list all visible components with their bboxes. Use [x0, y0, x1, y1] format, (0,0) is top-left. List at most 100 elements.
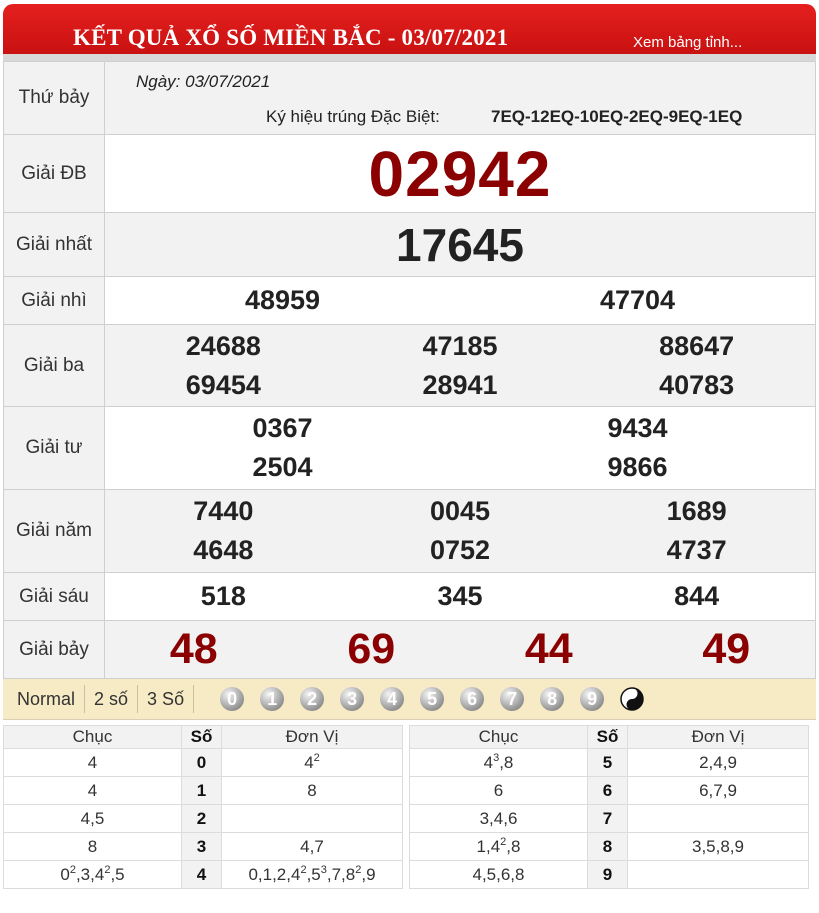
loto-chuc-cell: 1,42,8 — [409, 832, 588, 861]
prize-number: 9434 — [607, 413, 668, 443]
results-table: Thứ bảy Ngày: 03/07/2021 Ký hiệu trúng Đ… — [3, 61, 816, 679]
prize-label: Giải tư — [3, 406, 105, 490]
loto-so-cell: 3 — [181, 832, 222, 861]
loto-donvi-cell — [627, 860, 809, 889]
prize-label: Giải nhì — [3, 276, 105, 325]
prize-number: 40783 — [659, 369, 735, 400]
donvi-header: Đơn Vị — [627, 725, 809, 749]
special-prize-number: 02942 — [368, 137, 552, 210]
prize-number: 48 — [169, 625, 218, 673]
chuc-header: Chục — [409, 725, 588, 749]
prize-label: Giải sáu — [3, 572, 105, 621]
loto-table-right: Chục Số Đơn Vị 43,8 5 2,4,9 6 6 6,7,9 3,4,6 7 1,… — [409, 725, 809, 889]
prize-row-db: Giải ĐB 02942 — [3, 134, 816, 213]
prize-row-nhi: Giải nhì 48959 47704 — [3, 276, 816, 325]
prize-number: 9866 — [607, 452, 668, 482]
prize-number: 0752 — [429, 535, 491, 565]
loto-row: 43,8 5 2,4,9 — [409, 748, 809, 777]
prize-row-sau: Giải sáu 518 345 844 — [3, 572, 816, 621]
loto-so-cell: 9 — [587, 860, 628, 889]
donvi-header: Đơn Vị — [221, 725, 403, 749]
digit-3-button[interactable]: 3 — [340, 687, 365, 711]
digit-6-button[interactable]: 6 — [460, 687, 485, 711]
digit-7-button[interactable]: 7 — [500, 687, 525, 711]
loto-donvi-cell: 8 — [221, 776, 403, 805]
loto-row: 8 3 4,7 — [3, 832, 403, 861]
loto-donvi-cell — [627, 804, 809, 833]
prize-number: 47704 — [599, 285, 676, 315]
loto-chuc-cell: 4,5,6,8 — [409, 860, 588, 889]
loto-donvi-cell: 42 — [221, 748, 403, 777]
loto-chuc-cell: 4 — [3, 776, 182, 805]
prize-label: Giải năm — [3, 489, 105, 573]
results-widget: KẾT QUẢ XỔ SỐ MIỀN BẮC - 03/07/2021 Xem … — [3, 4, 816, 889]
prize-row-nam: Giải năm 7440 0045 1689 4648 0752 4737 — [3, 489, 816, 573]
page-title: KẾT QUẢ XỔ SỐ MIỀN BẮC - 03/07/2021 — [73, 25, 509, 50]
special-symbol-label: Ký hiệu trúng Đặc Biệt: — [266, 107, 440, 126]
digit-2-button[interactable]: 2 — [300, 687, 325, 711]
header-divider — [3, 54, 816, 61]
info-row: Thứ bảy Ngày: 03/07/2021 Ký hiệu trúng Đ… — [3, 61, 816, 135]
prize-number: 518 — [200, 581, 246, 611]
so-header: Số — [181, 725, 222, 749]
loto-header-row: Chục Số Đơn Vị — [3, 725, 403, 749]
loto-row: 4,5,6,8 9 — [409, 860, 809, 889]
loto-row: 418 — [3, 776, 403, 805]
loto-chuc-cell: 6 — [409, 776, 588, 805]
view-province-table-link[interactable]: Xem bảng tỉnh... — [633, 34, 742, 51]
loto-table-left: Chục Số Đơn Vị 4 0 42 4 1 8 4,5 2 8 3 4,7 02,3,42,5… — [3, 725, 403, 889]
prize-number: 49 — [702, 625, 751, 673]
loto-so-cell: 1 — [181, 776, 222, 805]
digit-4-button[interactable]: 4 — [380, 687, 405, 711]
prize-number: 4737 — [666, 535, 727, 565]
loto-so-cell: 8 — [587, 832, 628, 861]
filter-normal[interactable]: Normal — [3, 685, 86, 713]
prize-number: 28941 — [422, 369, 498, 400]
loto-donvi-cell: 4,7 — [221, 832, 403, 861]
loto-chuc-cell: 43,8 — [409, 748, 588, 777]
loto-so-cell: 6 — [587, 776, 628, 805]
loto-so-cell: 4 — [181, 860, 222, 889]
yin-yang-icon[interactable] — [620, 687, 644, 711]
loto-row: 02,3,42,5 4 0,1,2,42,53,7,82,9 — [3, 860, 403, 889]
filter-3-digits[interactable]: 3 Số — [138, 685, 195, 713]
prize-row-bay: Giải bảy 48 69 44 49 — [3, 620, 816, 679]
prize-number: 0367 — [252, 413, 313, 443]
filter-2-digits[interactable]: 2 số — [85, 685, 139, 713]
digit-0-button[interactable]: 0 — [220, 687, 245, 711]
filter-bar: Normal 2 số 3 Số 0 1 2 3 4 5 6 7 8 9 — [3, 679, 816, 720]
loto-row: 6 6 6,7,9 — [409, 776, 809, 805]
prize-number: 24688 — [185, 330, 261, 361]
loto-donvi-cell: 0,1,2,42,53,7,82,9 — [221, 860, 403, 889]
loto-so-cell: 0 — [181, 748, 222, 777]
prize-number: 47185 — [422, 330, 498, 361]
so-header: Số — [587, 725, 628, 749]
prize-number: 88647 — [659, 330, 735, 361]
prize-number: 44 — [524, 625, 573, 673]
results-header: KẾT QUẢ XỔ SỐ MIỀN BẮC - 03/07/2021 Xem … — [3, 4, 816, 61]
prize-row-tu: Giải tư 0367 9434 2504 9866 — [3, 406, 816, 490]
loto-row: 1,42,8 8 3,5,8,9 — [409, 832, 809, 861]
loto-chuc-cell: 02,3,42,5 — [3, 860, 182, 889]
prize-number: 7440 — [193, 496, 254, 526]
chuc-header: Chục — [3, 725, 182, 749]
loto-header-row: Chục Số Đơn Vị — [409, 725, 809, 749]
prize-row-ba: Giải ba 24688 47185 88647 69454 28941 40… — [3, 324, 816, 407]
loto-donvi-cell: 6,7,9 — [627, 776, 809, 805]
loto-row: 4,5 2 — [3, 804, 403, 833]
loto-chuc-cell: 4 — [3, 748, 182, 777]
prize-number: 48959 — [244, 285, 321, 315]
digit-9-button[interactable]: 9 — [580, 687, 605, 711]
prize-number: 844 — [674, 581, 720, 611]
digit-1-button[interactable]: 1 — [260, 687, 285, 711]
prize-number: 1689 — [666, 496, 727, 526]
prize-number: 4648 — [193, 535, 254, 565]
prize-number: 69 — [347, 625, 396, 673]
prize-label: Giải bảy — [3, 620, 105, 679]
prize-number: 2504 — [252, 452, 313, 482]
loto-so-cell: 5 — [587, 748, 628, 777]
digit-8-button[interactable]: 8 — [540, 687, 565, 711]
loto-so-cell: 7 — [587, 804, 628, 833]
weekday-label: Thứ bảy — [3, 61, 105, 135]
digit-5-button[interactable]: 5 — [420, 687, 445, 711]
